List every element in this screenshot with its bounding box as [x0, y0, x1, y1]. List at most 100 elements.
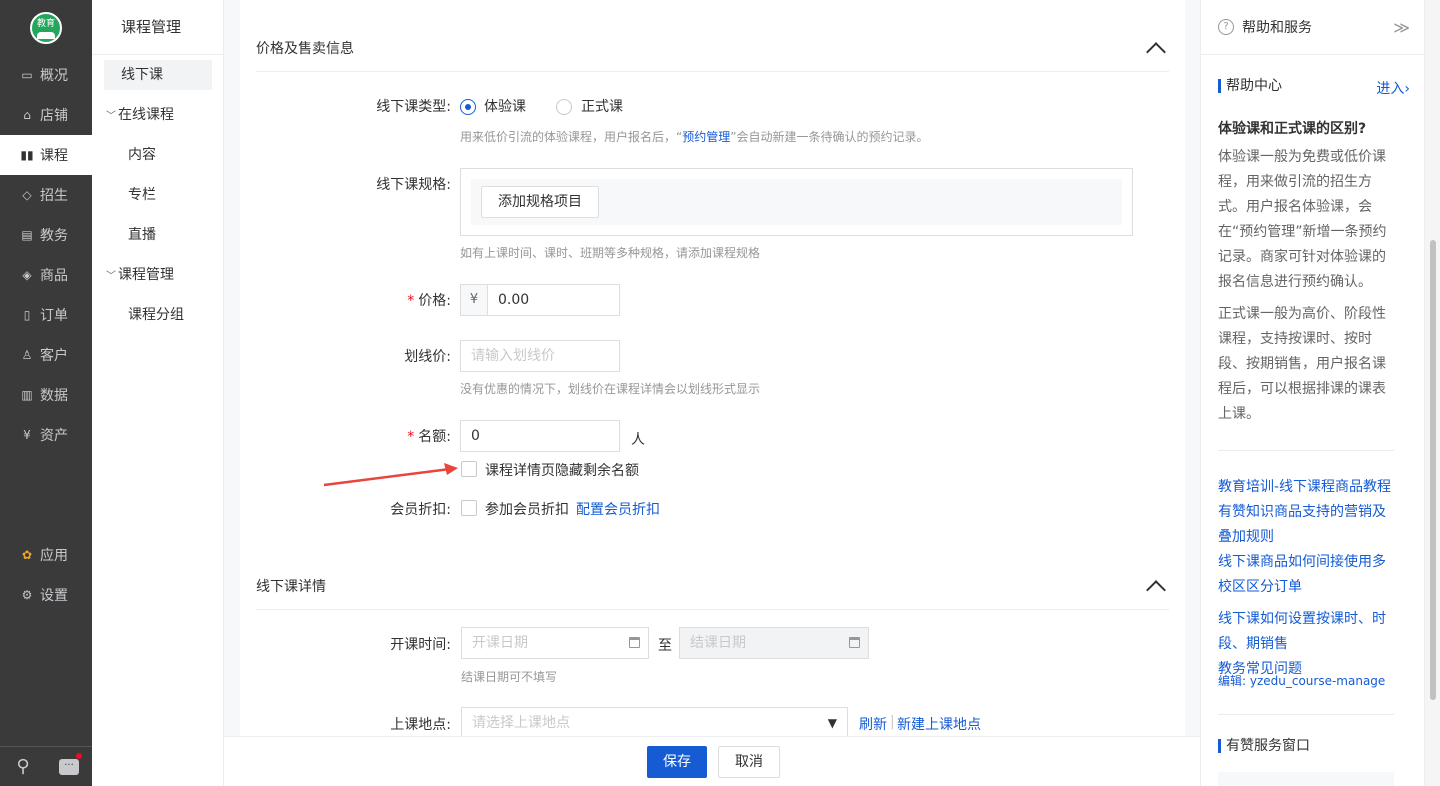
scrollbar-thumb[interactable]	[1430, 240, 1436, 700]
nav-label: 教务	[40, 228, 68, 244]
subnav-title: 课程管理	[92, 0, 223, 55]
nav-label: 应用	[40, 548, 68, 564]
quota-label: * 名额:	[407, 429, 451, 445]
subnav-item-course-group[interactable]: 课程分组	[104, 300, 212, 330]
sub-nav: 课程管理 线下课 ﹀ 在线课程 内容 专栏 直播 ﹀ 课程管理 课程分组	[92, 0, 224, 786]
currency-addon: ¥	[460, 284, 488, 316]
hide-quota-label[interactable]: 课程详情页隐藏剩余名额	[485, 460, 639, 480]
help-panel: ? 帮助和服务 ≫ 帮助中心 进入› 体验课和正式课的区别? 体验课一般为免费或…	[1200, 0, 1424, 786]
form-card: 价格及售卖信息 线下课类型: 体验课 正式课 用来低价引流的体验课程，用户报名后…	[240, 0, 1185, 786]
spec-hint: 如有上课时间、课时、班期等多种规格，请添加课程规格	[460, 246, 761, 260]
nav-label: 客户	[40, 348, 68, 364]
chevron-down-icon: ﹀	[106, 111, 116, 122]
nav-item-apps[interactable]: ✿ 应用	[0, 535, 92, 575]
course-time-label: 开课时间:	[390, 637, 451, 653]
dropdown-caret-icon: ▼	[827, 716, 837, 730]
nav-item-overview[interactable]: ▭ 概况	[0, 55, 92, 95]
radio-formal[interactable]	[556, 99, 572, 115]
nav-item-goods[interactable]: ◈ 商品	[0, 255, 92, 295]
section-title: 线下课详情	[256, 578, 326, 595]
tag-icon: ◈	[22, 268, 32, 282]
section-price-header[interactable]: 价格及售卖信息	[256, 24, 1169, 72]
store-icon: ⌂	[23, 108, 31, 122]
nav-item-customers[interactable]: ♙ 客户	[0, 335, 92, 375]
help-paragraph-2: 正式课一般为高价、阶段性课程，支持按课时、按时段、按期销售，用户报名课程后，可以…	[1218, 306, 1386, 422]
end-date-placeholder: 结课日期	[690, 635, 746, 651]
course-type-label: 线下课类型:	[376, 99, 451, 115]
gear-icon: ⚙	[21, 588, 33, 602]
strike-price-label: 划线价:	[404, 349, 451, 365]
chevron-up-icon[interactable]	[1146, 579, 1166, 600]
monitor-icon: ▭	[21, 68, 33, 82]
refresh-location-link[interactable]: 刷新	[859, 714, 887, 734]
nav-item-orders[interactable]: ▯ 订单	[0, 295, 92, 335]
end-date-input[interactable]: 结课日期	[679, 627, 869, 659]
calendar-icon	[629, 637, 640, 648]
location-select[interactable]: 请选择上课地点 ▼	[461, 707, 848, 739]
help-enter-link[interactable]: 进入›	[1376, 78, 1410, 98]
member-discount-checkbox-label[interactable]: 参加会员折扣	[485, 499, 569, 519]
logo-text: 教育	[36, 19, 55, 29]
help-link-2[interactable]: 有赞知识商品支持的营销及叠加规则	[1218, 500, 1394, 550]
section-title: 价格及售卖信息	[256, 40, 354, 57]
bar-chart-icon: ▥	[21, 388, 33, 402]
page-scrollbar[interactable]	[1424, 0, 1440, 786]
new-location-link[interactable]: 新建上课地点	[897, 714, 981, 734]
save-button[interactable]: 保存	[647, 746, 707, 778]
chevron-up-icon[interactable]	[1146, 41, 1166, 62]
shop-logo[interactable]: 教育	[30, 12, 62, 44]
chat-icon: ···	[59, 758, 79, 775]
spec-label: 线下课规格:	[376, 177, 451, 193]
nav-item-academic[interactable]: ▤ 教务	[0, 215, 92, 255]
nav-item-assets[interactable]: ¥ 资产	[0, 415, 92, 455]
radio-trial-label[interactable]: 体验课	[484, 96, 526, 116]
nav-label: 订单	[40, 308, 68, 324]
radio-trial[interactable]	[460, 99, 476, 115]
nav-label: 商品	[40, 268, 68, 284]
subnav-item-offline[interactable]: 线下课	[104, 60, 212, 90]
help-link-3[interactable]: 线下课商品如何间接使用多校区区分订单	[1218, 550, 1394, 600]
add-spec-button[interactable]: 添加规格项目	[481, 186, 599, 218]
member-discount-checkbox[interactable]	[461, 500, 477, 516]
subnav-label: 在线课程	[118, 107, 174, 123]
help-center-title: 帮助中心	[1218, 79, 1282, 93]
quota-input[interactable]: 0	[460, 420, 620, 452]
nav-label: 数据	[40, 388, 68, 404]
document-icon: ▯	[23, 308, 31, 322]
subnav-item-column[interactable]: 专栏	[104, 180, 212, 210]
appointment-link[interactable]: 预约管理	[682, 130, 730, 144]
cancel-button[interactable]: 取消	[718, 746, 780, 778]
required-mark: *	[407, 293, 415, 309]
required-mark: *	[407, 429, 415, 445]
collapse-icon[interactable]: ≫	[1393, 18, 1410, 37]
help-paragraph-1: 体验课一般为免费或低价课程，用来做引流的招生方式。用户报名体验课，会在“预约管理…	[1218, 149, 1387, 290]
search-button[interactable]: ⚲	[0, 747, 46, 786]
nav-item-settings[interactable]: ⚙ 设置	[0, 575, 92, 615]
subnav-item-online[interactable]: ﹀ 在线课程	[104, 100, 212, 130]
subnav-item-content[interactable]: 内容	[104, 140, 212, 170]
start-date-input[interactable]: 开课日期	[461, 627, 649, 659]
strike-price-input[interactable]: 请输入划线价	[460, 340, 620, 372]
config-member-discount-link[interactable]: 配置会员折扣	[576, 499, 660, 519]
footer-action-bar: 保存 取消	[224, 736, 1200, 786]
nav-item-course[interactable]: ▮▮ 课程	[0, 135, 92, 175]
course-time-hint: 结课日期可不填写	[461, 670, 558, 684]
nav-item-store[interactable]: ⌂ 店铺	[0, 95, 92, 135]
nav-item-enroll[interactable]: ◇ 招生	[0, 175, 92, 215]
message-button[interactable]: ···	[46, 747, 92, 786]
apps-icon: ✿	[21, 548, 33, 562]
help-question: 体验课和正式课的区别?	[1218, 121, 1367, 137]
chevron-down-icon: ﹀	[106, 271, 116, 282]
subnav-item-live[interactable]: 直播	[104, 220, 212, 250]
subnav-item-course-manage[interactable]: ﹀ 课程管理	[104, 260, 212, 290]
nav-item-data[interactable]: ▥ 数据	[0, 375, 92, 415]
help-link-1[interactable]: 教育培训-线下课程商品教程	[1218, 475, 1394, 500]
member-discount-label: 会员折扣:	[390, 502, 451, 518]
help-divider	[1218, 450, 1394, 451]
help-divider	[1218, 714, 1394, 715]
subnav-label: 专栏	[128, 187, 156, 203]
section-detail-header[interactable]: 线下课详情	[256, 562, 1169, 610]
radio-formal-label[interactable]: 正式课	[581, 96, 623, 116]
help-link-4[interactable]: 线下课如何设置按课时、时段、期销售	[1218, 607, 1394, 657]
price-input[interactable]: 0.00	[487, 284, 620, 316]
